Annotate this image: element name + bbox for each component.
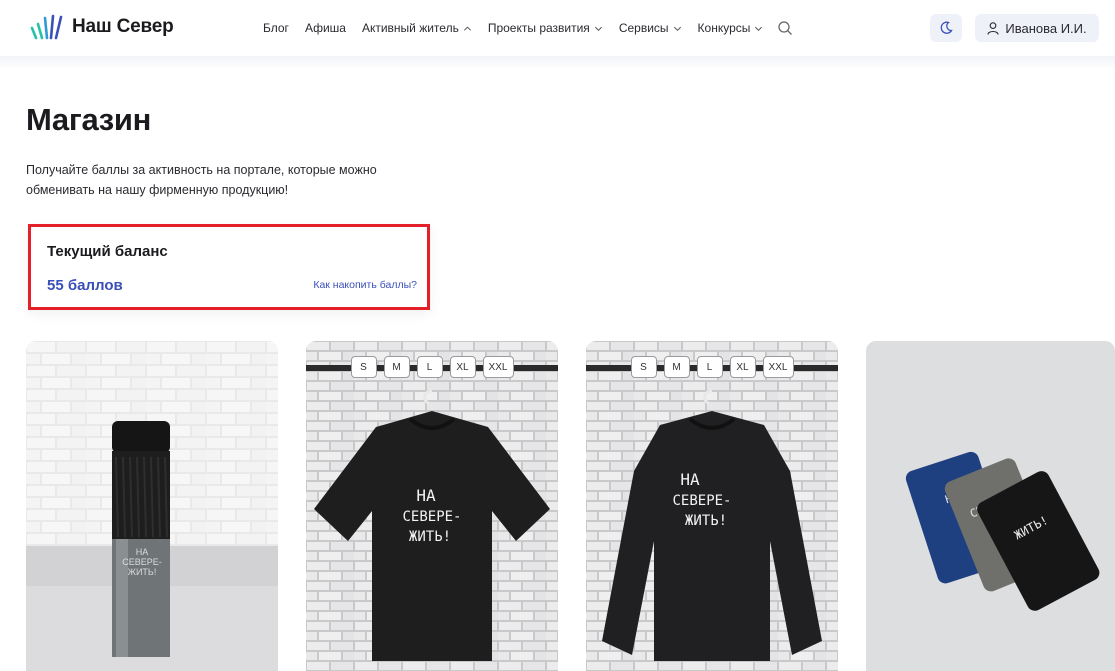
product-print-sweatshirt-l3: ЖИТЬ! [685,513,727,529]
main-nav: Блог Афиша Активный житель Проекты развития… [263,0,793,56]
site-header: Наш Север Блог Афиша Активный житель Проект… [0,0,1115,58]
product-print-thermos-l1: НА [136,547,149,557]
nav-item-label: Конкурсы [697,21,751,35]
nav-item-3[interactable]: Проекты развития [488,21,603,35]
page-intro: Получайте баллы за активность на портале… [26,163,377,197]
size-selector-sweatshirt: S M L XL XXL [586,356,838,378]
product-print-sweatshirt-l2: СЕВЕРЕ- [672,493,731,509]
product-card-tshirt[interactable]: НА СЕВЕРЕ- ЖИТЬ! S M L XL XXL [306,341,558,671]
product-image-tshirt: НА СЕВЕРЕ- ЖИТЬ! [306,341,558,671]
nav-item-label: Проекты развития [487,21,590,35]
size-option-l[interactable]: L [416,356,443,378]
product-card-sweatshirt[interactable]: НА СЕВЕРЕ- ЖИТЬ! S M L XL XXL [586,341,838,671]
chevron-down-icon [755,26,763,31]
nav-item-label: Активный житель [361,21,459,35]
nav-item-4[interactable]: Сервисы [619,21,682,35]
product-print-sweatshirt-l1: НА [680,470,700,489]
product-image-sweatshirt: НА СЕВЕРЕ- ЖИТЬ! [586,341,838,671]
balance-value: 55 баллов [47,277,123,294]
nav-item-5[interactable]: Конкурсы [698,21,764,35]
size-option-xxl[interactable]: XXL [482,356,514,378]
product-card-thermos[interactable]: НА СЕВЕРЕ- ЖИТЬ! [26,341,278,671]
search-icon[interactable] [777,20,793,36]
product-card-cardholders[interactable]: НА СЕВЕРЕ- ЖИТЬ! [866,341,1115,671]
product-image-thermos: НА СЕВЕРЕ- ЖИТЬ! [26,341,278,671]
how-to-earn-link[interactable]: Как накопить баллы? [313,279,417,291]
nav-item-label: Сервисы [618,21,669,35]
balance-title: Текущий баланс [47,243,168,260]
user-profile-button[interactable]: Иванова И.И. [975,14,1099,42]
size-option-xl[interactable]: XL [449,356,476,378]
nav-item-1[interactable]: Афиша [305,21,346,35]
size-option-s[interactable]: S [630,356,657,378]
header-divider [0,56,1115,70]
product-print-tshirt-l3: ЖИТЬ! [409,529,451,545]
theme-toggle-button[interactable] [930,14,962,42]
nav-item-label: Блог [263,21,289,35]
size-option-m[interactable]: M [663,356,690,378]
size-option-l[interactable]: L [696,356,723,378]
user-name: Иванова И.И. [1005,20,1087,36]
user-icon [987,21,999,35]
nav-item-0[interactable]: Блог [263,21,289,35]
logo-icon [30,14,63,40]
chevron-down-icon [673,26,681,31]
size-option-m[interactable]: M [383,356,410,378]
size-option-s[interactable]: S [350,356,377,378]
chevron-down-icon [594,26,602,31]
product-image-cardholders: НА СЕВЕРЕ- ЖИТЬ! [866,341,1115,671]
page-title: Магазин [26,102,152,137]
logo[interactable]: Наш Север [30,14,174,40]
logo-text: Наш Север [72,16,174,37]
product-print-tshirt-l1: НА [416,486,436,505]
size-option-xxl[interactable]: XXL [762,356,794,378]
size-selector-tshirt: S M L XL XXL [306,356,558,378]
size-option-xl[interactable]: XL [729,356,756,378]
product-print-thermos-l3: ЖИТЬ! [128,567,157,577]
nav-item-label: Афиша [304,21,346,35]
chevron-up-icon [463,25,471,31]
product-print-tshirt-l2: СЕВЕРЕ- [402,509,461,525]
balance-card: Текущий баланс 55 баллов Как накопить ба… [28,224,430,310]
nav-item-2[interactable]: Активный житель [362,21,472,35]
product-print-thermos-l2: СЕВЕРЕ- [122,557,162,567]
moon-icon [940,21,953,34]
